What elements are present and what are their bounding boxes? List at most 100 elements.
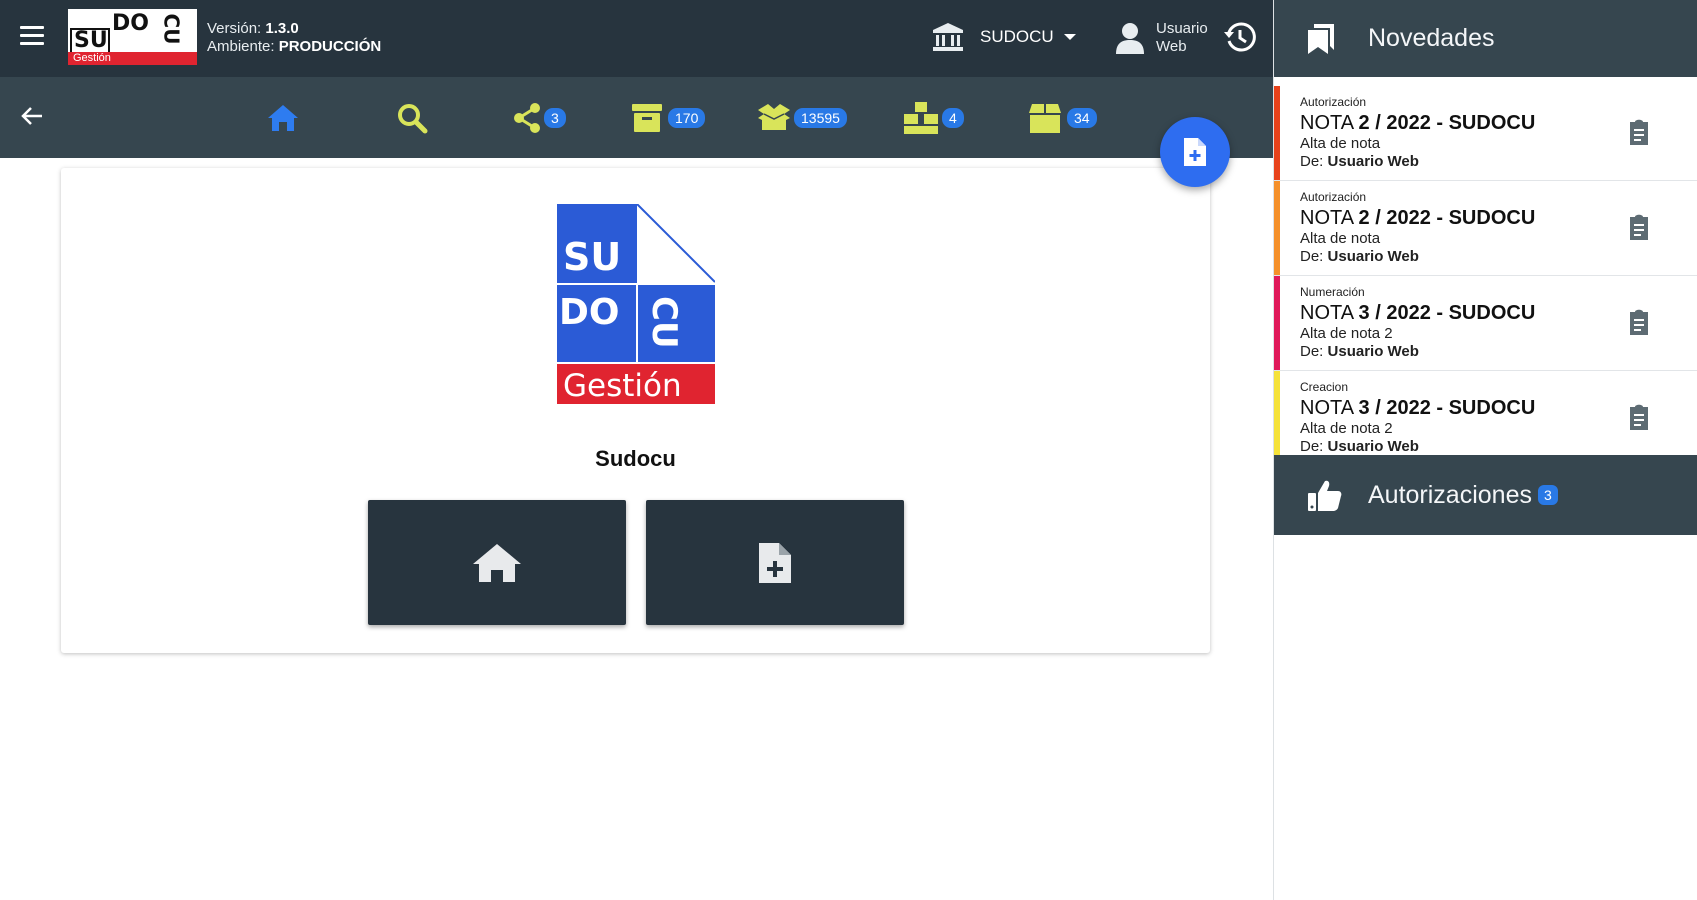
boxes-icon — [904, 102, 938, 134]
user-name-line1: Usuario — [1156, 20, 1208, 37]
clipboard-icon[interactable] — [1628, 404, 1650, 430]
news-item[interactable]: Autorización NOTA 2 / 2022 - SUDOCU Alta… — [1274, 86, 1697, 181]
logo-gestion-text: Gestión — [68, 52, 197, 65]
entity-selector[interactable]: SUDOCU — [932, 22, 1076, 52]
nav-archive-button[interactable]: 170 — [632, 101, 706, 135]
institution-icon — [933, 23, 963, 51]
big-logo-su: SU — [563, 235, 621, 279]
share-icon — [514, 103, 540, 133]
site-name: Sudocu — [595, 446, 676, 471]
news-from-label: De: — [1300, 343, 1328, 360]
user-menu[interactable]: Usuario Web — [1116, 20, 1208, 56]
news-from-label: De: — [1300, 438, 1328, 455]
nav-box-button[interactable]: 34 — [1029, 101, 1097, 135]
new-document-fab[interactable] — [1160, 117, 1230, 187]
home-icon — [473, 543, 521, 582]
news-title-number: 3 / 2022 - SUDOCU — [1358, 302, 1536, 324]
hamburger-menu-icon[interactable] — [20, 26, 44, 46]
clipboard-icon[interactable] — [1628, 119, 1650, 145]
boxes-count-badge: 4 — [942, 108, 964, 128]
news-kind: Creacion — [1300, 380, 1349, 394]
logo-do-text: DO — [112, 11, 149, 36]
navigation-bar: 3 170 13595 4 34 — [0, 77, 1273, 158]
news-status-bar — [1274, 181, 1280, 275]
nav-boxes-button[interactable]: 4 — [904, 101, 964, 135]
news-title-prefix: NOTA — [1300, 397, 1359, 419]
nav-inbox-button[interactable]: 13595 — [756, 101, 847, 135]
news-from-user: Usuario Web — [1327, 153, 1419, 170]
clipboard-icon[interactable] — [1628, 214, 1650, 240]
news-title-number: 2 / 2022 - SUDOCU — [1358, 112, 1536, 134]
news-kind: Numeración — [1300, 285, 1365, 299]
shared-count-badge: 3 — [544, 108, 566, 128]
authorizations-count-badge: 3 — [1537, 485, 1558, 505]
news-item[interactable]: Numeración NOTA 3 / 2022 - SUDOCU Alta d… — [1274, 276, 1697, 371]
file-plus-icon — [1184, 138, 1206, 166]
news-panel-title: Novedades — [1368, 24, 1495, 52]
news-from-label: De: — [1300, 153, 1328, 170]
news-from-user: Usuario Web — [1327, 343, 1419, 360]
nav-search-button[interactable] — [396, 101, 428, 135]
history-icon[interactable] — [1224, 21, 1256, 53]
news-status-bar — [1274, 86, 1280, 180]
news-title-number: 3 / 2022 - SUDOCU — [1358, 397, 1536, 419]
nav-home-button[interactable] — [266, 101, 300, 135]
news-from: De: Usuario Web — [1300, 343, 1697, 361]
news-from: De: Usuario Web — [1300, 248, 1697, 266]
big-logo-cu: CU — [644, 296, 684, 349]
new-document-tile-button[interactable] — [646, 500, 904, 625]
news-title-prefix: NOTA — [1300, 112, 1359, 134]
main-card: SU DO CU Gestión Sudocu — [61, 168, 1210, 653]
news-panel: Novedades Autorización NOTA 2 / 2022 - S… — [1273, 0, 1697, 900]
authorizations-panel-header[interactable]: Autorizaciones 3 — [1274, 455, 1697, 535]
news-title-prefix: NOTA — [1300, 207, 1359, 229]
news-panel-header[interactable]: Novedades — [1274, 0, 1697, 77]
version-value: 1.3.0 — [265, 20, 299, 37]
logo-cu-text: CU — [159, 13, 184, 45]
news-status-bar — [1274, 371, 1280, 455]
version-label: Versión: — [207, 20, 262, 37]
top-app-bar: SU DO CU Gestión Versión: 1.3.0 Ambiente… — [0, 0, 1273, 77]
archive-count-badge: 170 — [668, 108, 706, 128]
news-title-number: 2 / 2022 - SUDOCU — [1358, 207, 1536, 229]
authorizations-title-wrap: Autorizaciones 3 — [1368, 481, 1558, 510]
news-title-prefix: NOTA — [1300, 302, 1359, 324]
clipboard-icon[interactable] — [1628, 309, 1650, 335]
news-status-bar — [1274, 276, 1280, 370]
sudocu-logo: SU DO CU Gestión — [557, 204, 715, 404]
authorizations-title: Autorizaciones — [1368, 480, 1532, 509]
version-info: Versión: 1.3.0 Ambiente: PRODUCCIÓN — [207, 20, 381, 56]
news-from: De: Usuario Web — [1300, 438, 1697, 455]
news-item[interactable]: Autorización NOTA 2 / 2022 - SUDOCU Alta… — [1274, 181, 1697, 276]
home-icon — [268, 105, 298, 131]
file-plus-icon — [759, 542, 791, 583]
user-name: Usuario Web — [1156, 20, 1208, 56]
box-count-badge: 34 — [1067, 108, 1097, 128]
news-kind: Autorización — [1300, 95, 1367, 109]
nav-shared-button[interactable]: 3 — [512, 101, 566, 135]
big-logo-do: DO — [559, 292, 620, 333]
news-from: De: Usuario Web — [1300, 153, 1697, 171]
box-icon — [1029, 104, 1061, 133]
archive-icon — [632, 104, 662, 132]
user-icon — [1116, 23, 1144, 54]
caret-down-icon — [1063, 34, 1076, 40]
logo-su-box: SU — [70, 28, 110, 54]
big-logo-gestion: Gestión — [563, 368, 682, 404]
open-box-icon — [758, 104, 790, 130]
inbox-count-badge: 13595 — [794, 108, 847, 128]
news-list[interactable]: Autorización NOTA 2 / 2022 - SUDOCU Alta… — [1274, 86, 1697, 455]
user-name-line2: Web — [1156, 38, 1187, 55]
news-from-label: De: — [1300, 248, 1328, 265]
app-logo[interactable]: SU DO CU Gestión — [68, 9, 197, 65]
back-arrow-icon[interactable] — [20, 104, 44, 128]
news-kind: Autorización — [1300, 190, 1367, 204]
environment-value: PRODUCCIÓN — [278, 38, 382, 55]
news-item[interactable]: Creacion NOTA 3 / 2022 - SUDOCU Alta de … — [1274, 371, 1697, 455]
logo-su-text: SU — [74, 28, 108, 53]
news-from-user: Usuario Web — [1327, 248, 1419, 265]
home-tile-button[interactable] — [368, 500, 626, 625]
thumbs-up-icon — [1308, 480, 1342, 511]
bookmarks-icon — [1308, 23, 1334, 54]
search-icon — [398, 104, 428, 134]
